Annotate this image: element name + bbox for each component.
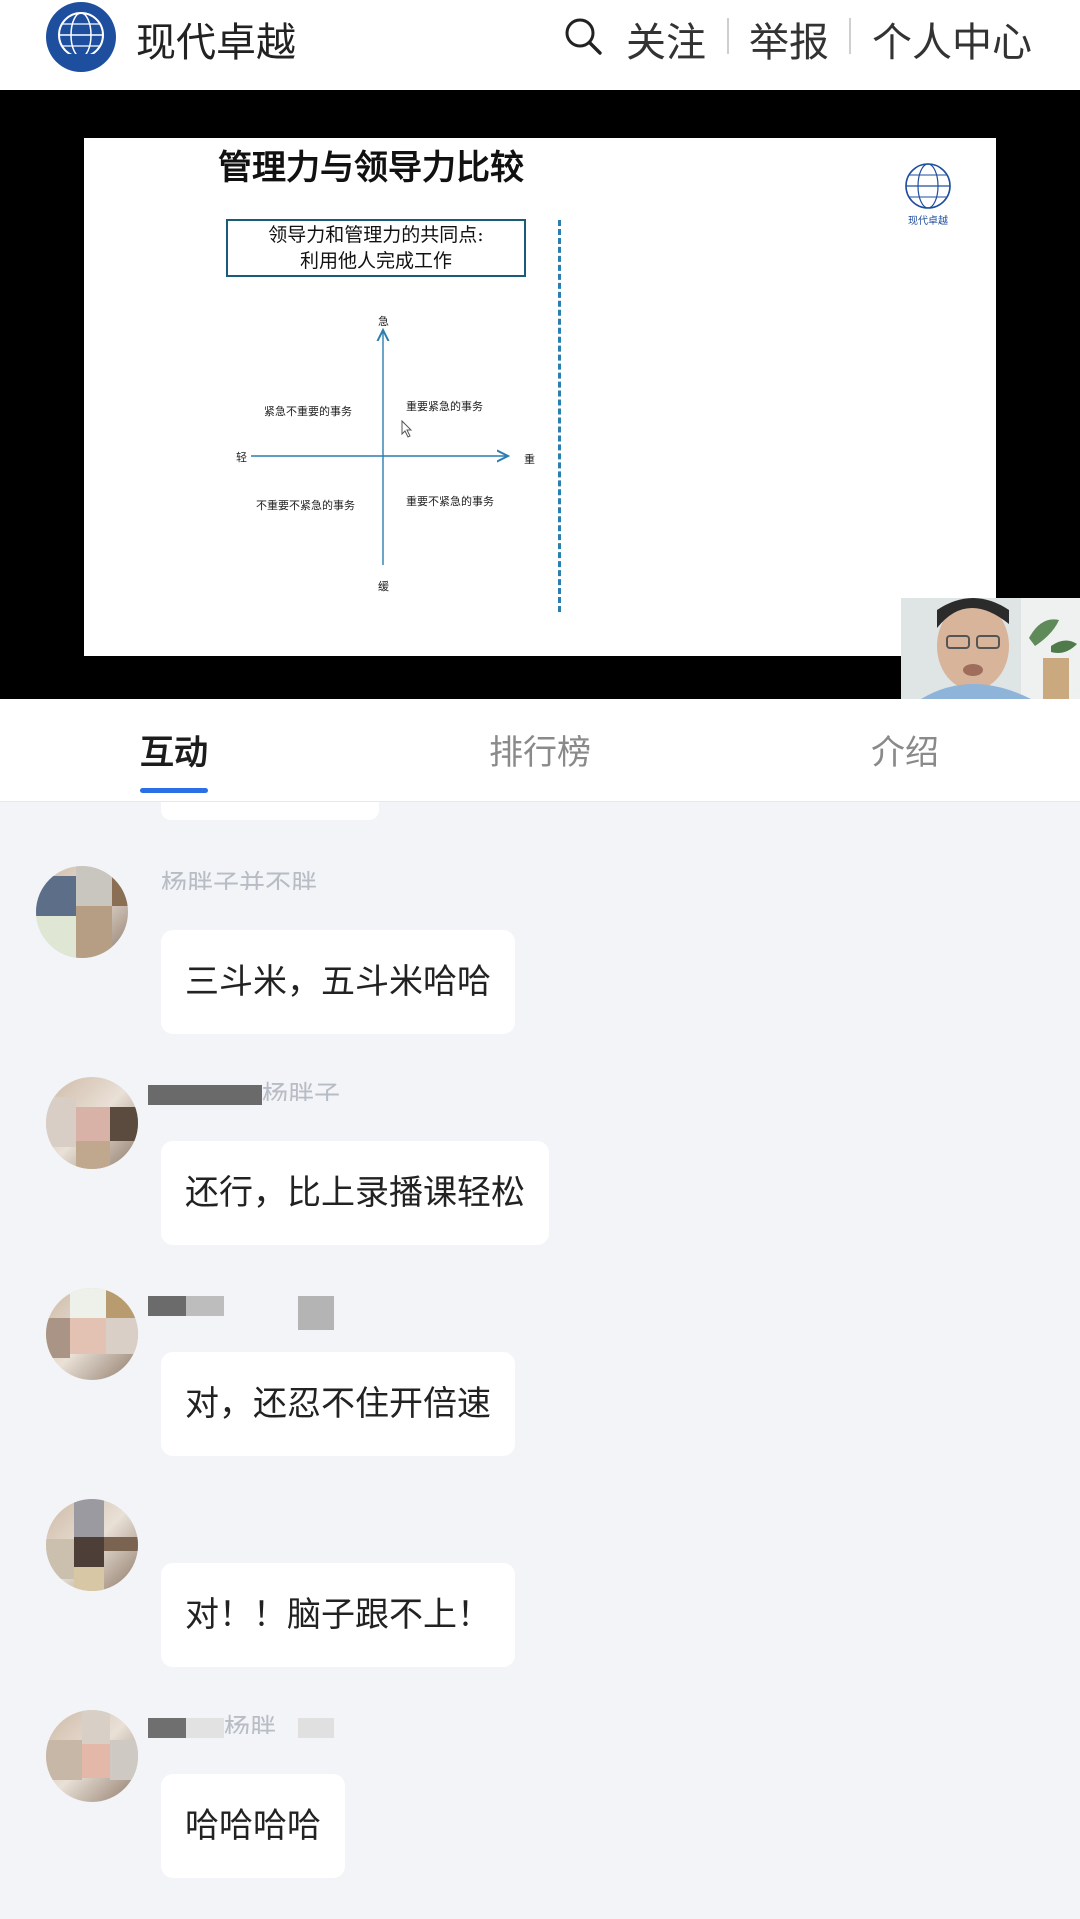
- nav-divider: [727, 18, 729, 54]
- video-player[interactable]: 管理力与领导力比较 现代卓越 领导力和管理力的共同点: 利用他人完成工作 急 缓…: [0, 90, 1080, 699]
- tab-leaderboard[interactable]: 排行榜: [489, 725, 591, 774]
- axis-label-right: 重: [524, 453, 535, 466]
- message-bubble: 对，还忍不住开倍速: [161, 1352, 515, 1456]
- user-avatar[interactable]: [46, 1288, 138, 1380]
- user-avatar[interactable]: [46, 1499, 138, 1591]
- username-mosaic: [148, 1718, 186, 1738]
- quadrant-top-right: 重要紧急的事务: [406, 400, 483, 413]
- profile-center-link[interactable]: 个人中心: [872, 10, 1032, 68]
- quadrant-axes: [251, 138, 996, 565]
- chat-message: 对，还忍不住开倍速: [0, 1288, 1080, 1488]
- axis-label-down: 缓: [378, 580, 389, 593]
- axis-label-left: 轻: [236, 451, 247, 464]
- username-mosaic: [298, 1296, 334, 1330]
- username: 杨胖子并不胖: [262, 1081, 341, 1101]
- brand-logo[interactable]: [46, 2, 116, 72]
- top-bar: 现代卓越 关注 举报 个人中心: [0, 0, 1080, 90]
- chat-message: 杨胖子并不胖 哈哈哈哈: [0, 1710, 1080, 1910]
- nav-divider: [849, 18, 851, 54]
- user-avatar[interactable]: [46, 1077, 138, 1169]
- user-avatar[interactable]: [46, 1710, 138, 1802]
- chat-list[interactable]: 杨胖子并不胖 三斗米，五斗米哈哈 杨胖子并不胖 还行，比上录播课轻松 对，还忍不…: [0, 802, 1080, 1919]
- message-bubble: 对！！脑子跟不上！: [161, 1563, 515, 1667]
- active-tab-indicator: [140, 788, 208, 793]
- axis-label-up: 急: [378, 315, 389, 328]
- chat-message: 杨胖子并不胖 还行，比上录播课轻松: [0, 1077, 1080, 1277]
- tab-interaction[interactable]: 互动: [140, 725, 208, 774]
- presenter-camera[interactable]: [901, 598, 1080, 699]
- username-mosaic: [298, 1718, 334, 1738]
- follow-link[interactable]: 关注: [626, 10, 706, 68]
- message-bubble: 还行，比上录播课轻松: [161, 1141, 549, 1245]
- presentation-slide: 管理力与领导力比较 现代卓越 领导力和管理力的共同点: 利用他人完成工作 急 缓…: [84, 138, 996, 656]
- username-mosaic: [148, 1296, 186, 1316]
- chat-message: 杨胖子并不胖 三斗米，五斗米哈哈: [0, 866, 1080, 1066]
- user-avatar[interactable]: [36, 866, 128, 958]
- search-icon[interactable]: [563, 16, 603, 56]
- brand-name[interactable]: 现代卓越: [136, 10, 296, 68]
- quadrant-bottom-right: 重要不紧急的事务: [406, 495, 494, 508]
- quadrant-bottom-left: 不重要不紧急的事务: [256, 499, 355, 512]
- tab-bar: 互动 排行榜 介绍: [0, 699, 1080, 802]
- username: 杨胖子并不胖: [224, 1714, 277, 1734]
- quadrant-top-left: 紧急不重要的事务: [264, 405, 352, 418]
- mouse-cursor-icon: [401, 419, 413, 438]
- message-bubble: 三斗米，五斗米哈哈: [161, 930, 515, 1034]
- username-mosaic: [186, 1718, 224, 1738]
- username-mosaic: [186, 1296, 224, 1316]
- tab-intro[interactable]: 介绍: [871, 725, 939, 774]
- message-bubble-partial: [161, 802, 379, 820]
- chat-message: 对！！脑子跟不上！: [0, 1499, 1080, 1699]
- username-mosaic: [148, 1085, 262, 1105]
- username: 杨胖子并不胖: [161, 870, 318, 890]
- report-link[interactable]: 举报: [749, 10, 829, 68]
- message-bubble: 哈哈哈哈: [161, 1774, 345, 1878]
